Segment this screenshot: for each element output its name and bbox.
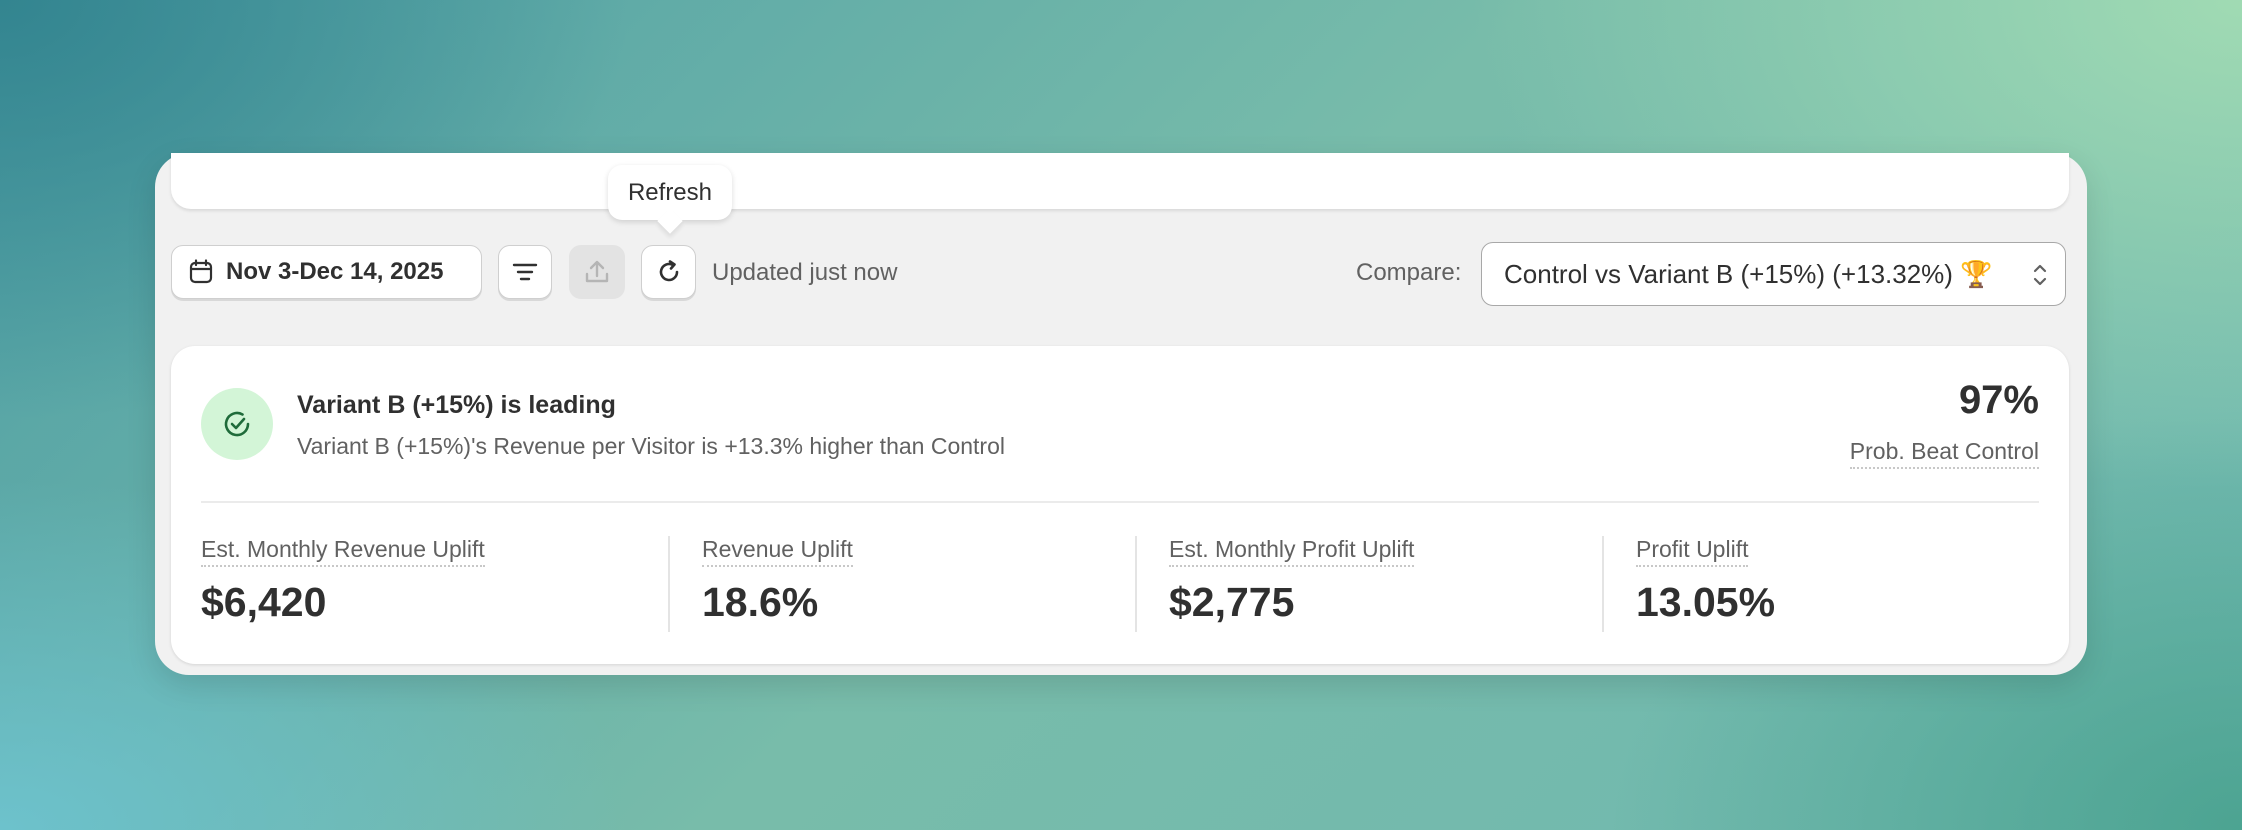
metric-value: 18.6% bbox=[702, 579, 819, 625]
export-button[interactable] bbox=[569, 245, 625, 299]
refresh-icon bbox=[655, 258, 683, 286]
date-range-button[interactable]: Nov 3-Dec 14, 2025 bbox=[171, 245, 482, 299]
refresh-tooltip: Refresh bbox=[608, 165, 732, 220]
metric-profit-uplift: Profit Uplift 13.05% bbox=[1636, 536, 1775, 636]
chevron-up-down-icon bbox=[2031, 261, 2049, 289]
compare-select-value: Control vs Variant B (+15%) (+13.32%) 🏆 bbox=[1504, 258, 1993, 289]
date-range-label: Nov 3-Dec 14, 2025 bbox=[226, 258, 444, 285]
leader-subtitle: Variant B (+15%)'s Revenue per Visitor i… bbox=[297, 433, 1005, 459]
top-panel bbox=[171, 153, 2069, 209]
metric-value: $6,420 bbox=[201, 579, 327, 625]
filter-lines-icon bbox=[511, 260, 539, 284]
metric-monthly-profit-uplift: Est. Monthly Profit Uplift $2,775 bbox=[1169, 536, 1415, 636]
results-card: Variant B (+15%) is leading Variant B (+… bbox=[171, 346, 2069, 664]
tooltip-text: Refresh bbox=[627, 178, 713, 206]
probability-label[interactable]: Prob. Beat Control bbox=[1849, 438, 2039, 469]
upload-icon bbox=[583, 258, 611, 286]
metric-label[interactable]: Profit Uplift bbox=[1636, 536, 1749, 567]
calendar-icon bbox=[188, 259, 214, 285]
metric-label[interactable]: Revenue Uplift bbox=[702, 536, 853, 567]
compare-label: Compare: bbox=[1356, 259, 1462, 286]
divider bbox=[201, 501, 2039, 503]
filter-button[interactable] bbox=[498, 245, 552, 299]
leader-title: Variant B (+15%) is leading bbox=[297, 391, 616, 419]
metric-value: $2,775 bbox=[1169, 579, 1295, 625]
metric-label[interactable]: Est. Monthly Profit Uplift bbox=[1169, 536, 1415, 567]
metric-separator bbox=[1602, 536, 1604, 632]
compare-select[interactable]: Control vs Variant B (+15%) (+13.32%) 🏆 bbox=[1481, 242, 2066, 306]
refresh-button[interactable] bbox=[641, 245, 696, 299]
app-window: Refresh Nov 3-Dec 14, 2025 Updated just … bbox=[155, 153, 2087, 675]
probability-value: 97% bbox=[1958, 378, 2039, 422]
metric-value: 13.05% bbox=[1636, 579, 1776, 625]
metric-revenue-uplift: Revenue Uplift 18.6% bbox=[702, 536, 853, 636]
metric-label[interactable]: Est. Monthly Revenue Uplift bbox=[201, 536, 485, 567]
metric-separator bbox=[668, 536, 670, 632]
check-circle-icon bbox=[201, 388, 273, 460]
metric-monthly-revenue-uplift: Est. Monthly Revenue Uplift $6,420 bbox=[201, 536, 485, 636]
toolbar: Nov 3-Dec 14, 2025 Updated just now Comp… bbox=[171, 242, 2071, 309]
metric-separator bbox=[1135, 536, 1137, 632]
updated-status: Updated just now bbox=[712, 259, 898, 286]
